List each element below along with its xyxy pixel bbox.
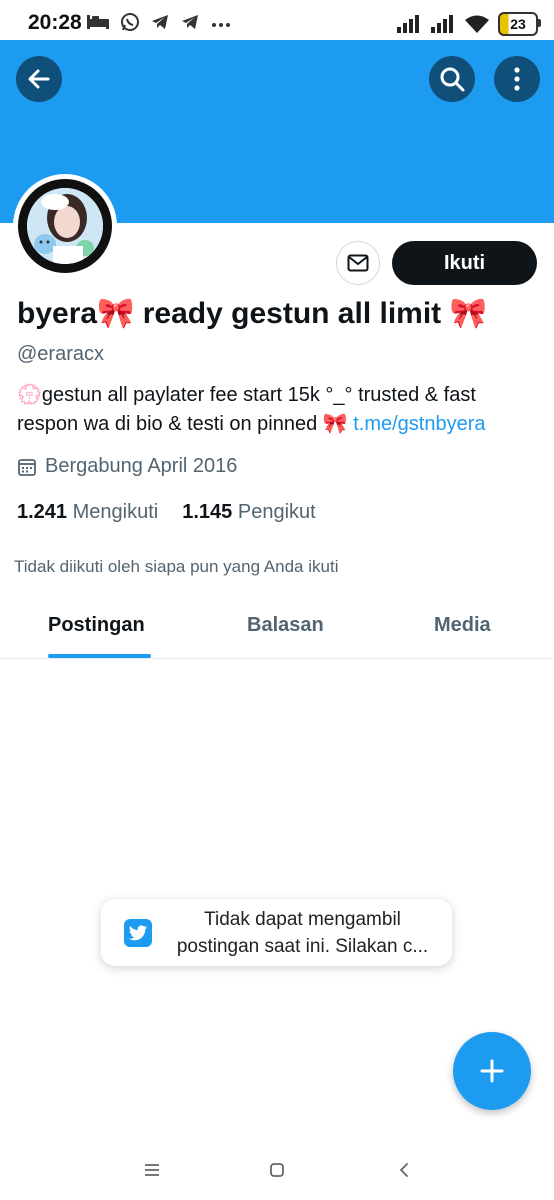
avatar[interactable] — [13, 174, 117, 278]
error-toast: Tidak dapat mengambil postingan saat ini… — [101, 899, 452, 966]
user-handle: @eraracx — [17, 343, 104, 365]
follow-button[interactable]: Ikuti — [392, 241, 537, 285]
envelope-icon — [347, 254, 369, 272]
home-icon — [270, 1163, 284, 1177]
home-button[interactable] — [263, 1156, 291, 1184]
message-button[interactable] — [336, 241, 380, 285]
following-count: 1.241 — [17, 501, 68, 523]
signal-icon — [431, 15, 453, 33]
telegram-icon — [182, 15, 198, 29]
joined-date: Bergabung April 2016 — [17, 455, 237, 478]
signal-icon — [397, 15, 419, 33]
active-tab-indicator — [48, 654, 151, 658]
bed-icon — [87, 15, 109, 29]
profile-tabs: Postingan Balasan Media — [0, 600, 554, 659]
followed-by-note: Tidak diikuti oleh siapa pun yang Anda i… — [14, 557, 339, 576]
tab-postingan[interactable]: Postingan — [48, 614, 145, 637]
recents-button[interactable] — [138, 1156, 166, 1184]
compose-button[interactable] — [453, 1032, 531, 1110]
system-nav-bar — [0, 1140, 554, 1200]
followers-stat[interactable]: 1.145 Pengikut — [182, 501, 315, 524]
toast-message: Tidak dapat mengambil postingan saat ini… — [161, 906, 444, 960]
display-name: byera🎀 ready gestun all limit 🎀 — [17, 297, 487, 330]
avatar-illustration — [27, 188, 103, 264]
tab-balasan[interactable]: Balasan — [247, 614, 324, 637]
recents-icon — [145, 1164, 159, 1176]
battery-level: 23 — [510, 16, 526, 32]
status-time: 20:28 — [28, 11, 82, 34]
follow-stats: 1.241 Mengikuti 1.145 Pengikut — [17, 501, 316, 524]
back-button[interactable] — [16, 56, 62, 102]
search-button[interactable] — [429, 56, 475, 102]
calendar-icon — [18, 458, 36, 476]
back-nav-button[interactable] — [390, 1156, 418, 1184]
toast-line-1: Tidak dapat mengambil — [204, 909, 401, 930]
followers-label: Pengikut — [237, 501, 316, 523]
following-stat[interactable]: 1.241 Mengikuti — [17, 501, 158, 524]
search-icon — [440, 67, 465, 92]
more-options-button[interactable] — [494, 56, 540, 102]
plus-icon — [480, 1059, 504, 1083]
tab-media[interactable]: Media — [434, 614, 491, 637]
joined-text: Bergabung April 2016 — [45, 455, 238, 477]
more-dots-icon — [212, 23, 230, 27]
avatar-image — [27, 188, 103, 264]
whatsapp-icon — [121, 13, 139, 31]
toast-line-2: postingan saat ini. Silakan c... — [176, 936, 429, 957]
bio-link[interactable]: t.me/gstnbyera — [353, 413, 485, 435]
telegram-icon — [152, 15, 168, 29]
back-icon — [400, 1163, 408, 1177]
battery-icon: 23 — [498, 12, 541, 36]
status-system-icons: 23 — [396, 12, 541, 36]
following-label: Mengikuti — [72, 501, 159, 523]
twitter-icon — [124, 919, 152, 947]
arrow-left-icon — [28, 69, 50, 89]
followers-count: 1.145 — [182, 501, 233, 523]
wifi-icon — [465, 15, 489, 33]
bio: 💮gestun all paylater fee start 15k °_° t… — [17, 381, 537, 439]
status-notification-icons — [86, 12, 232, 32]
avatar-border — [18, 179, 112, 273]
more-vertical-icon — [514, 67, 520, 91]
